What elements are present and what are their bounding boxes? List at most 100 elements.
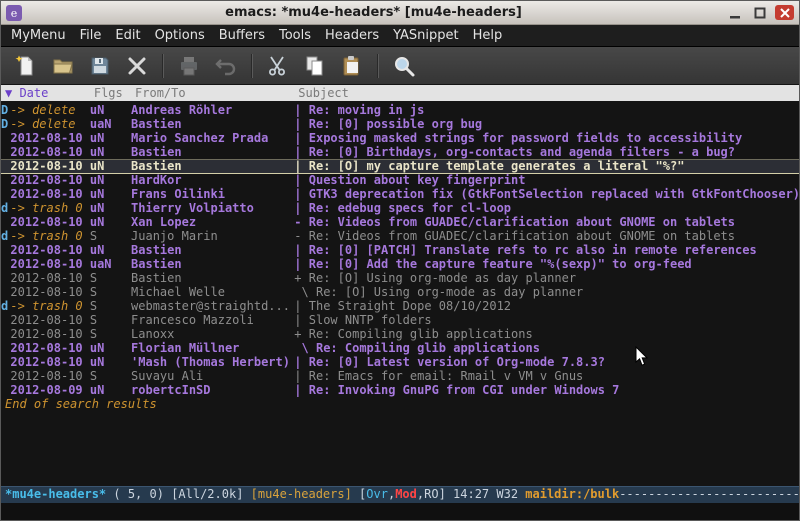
table-row[interactable]: 2012-08-10uNFlorian Müllner \ Re: Compil… bbox=[1, 341, 799, 355]
save-button[interactable] bbox=[87, 53, 113, 79]
from-cell: Bastien bbox=[131, 159, 294, 173]
mark-cell bbox=[1, 187, 10, 201]
from-cell: Thierry Volpiatto bbox=[131, 201, 294, 215]
date-cell: 2012-08-10 bbox=[10, 145, 89, 159]
search-button[interactable] bbox=[391, 53, 417, 79]
close-button[interactable] bbox=[775, 5, 794, 20]
date-cell: 2012-08-10 bbox=[10, 271, 89, 285]
mode-line[interactable]: *mu4e-headers* ( 5, 0) [All/2.0k] [mu4e-… bbox=[1, 486, 799, 503]
subject-cell: \ Re: Compiling glib applications bbox=[294, 341, 799, 355]
menu-item-yasnippet[interactable]: YASnippet bbox=[386, 28, 466, 43]
echo-area[interactable] bbox=[1, 503, 799, 520]
table-row[interactable]: D-> deleteuaNBastien| Re: [0] possible o… bbox=[1, 117, 799, 131]
new-file-button[interactable] bbox=[13, 53, 39, 79]
flags-cell: uaN bbox=[90, 257, 131, 271]
flags-cell: S bbox=[90, 327, 131, 341]
table-row[interactable]: 2012-08-10uNBastien| Re: [O] my capture … bbox=[1, 159, 799, 173]
table-row[interactable]: d-> trash 0Swebmaster@straightd...| The … bbox=[1, 299, 799, 313]
modeline-segment: *mu4e-headers* bbox=[5, 487, 106, 501]
undo-icon bbox=[214, 54, 238, 78]
table-row[interactable]: 2012-08-10uNBastien| Re: [0] Birthdays, … bbox=[1, 145, 799, 159]
flags-cell: S bbox=[90, 369, 131, 383]
table-row[interactable]: d-> trash 0uNThierry Volpiatto| Re: edeb… bbox=[1, 201, 799, 215]
close-icon bbox=[779, 7, 791, 19]
from-cell: Lanoxx bbox=[131, 327, 294, 341]
date-cell: 2012-08-10 bbox=[10, 257, 89, 271]
subject-cell: | Re: moving in js bbox=[294, 103, 799, 117]
menu-item-buffers[interactable]: Buffers bbox=[212, 28, 272, 43]
modeline-segment: RO bbox=[424, 487, 438, 501]
flags-cell: uaN bbox=[90, 117, 131, 131]
modeline-segment: [mu4e-headers] bbox=[251, 487, 352, 501]
paste-icon bbox=[340, 54, 364, 78]
minimize-button[interactable] bbox=[725, 5, 744, 20]
undo-button bbox=[213, 53, 239, 79]
mark-cell bbox=[1, 313, 10, 327]
table-row[interactable]: 2012-08-10uNBastien| Re: [0] [PATCH] Tra… bbox=[1, 243, 799, 257]
table-row[interactable]: 2012-08-10uNXan Lopez- Re: Videos from G… bbox=[1, 215, 799, 229]
from-cell: 'Mash (Thomas Herbert) bbox=[131, 355, 294, 369]
menu-item-tools[interactable]: Tools bbox=[272, 28, 318, 43]
table-row[interactable]: 2012-08-10uN'Mash (Thomas Herbert)| Re: … bbox=[1, 355, 799, 369]
table-row[interactable]: 2012-08-10uNFrans Oilinki| GTK3 deprecat… bbox=[1, 187, 799, 201]
titlebar[interactable]: e emacs: *mu4e-headers* [mu4e-headers] bbox=[1, 1, 799, 25]
toolbar-separator bbox=[162, 54, 164, 78]
subject-cell: | Re: Invoking GnuPG from CGI under Wind… bbox=[294, 383, 799, 397]
subject-cell: | Re: [O] my capture template generates … bbox=[294, 159, 799, 173]
from-cell: webmaster@straightd... bbox=[131, 299, 294, 313]
subject-cell: + Re: Compiling glib applications bbox=[294, 327, 799, 341]
table-row[interactable]: 2012-08-10SSuvayu Ali| Re: Emacs for ema… bbox=[1, 369, 799, 383]
toolbar bbox=[1, 47, 799, 85]
menu-item-help[interactable]: Help bbox=[466, 28, 510, 43]
open-folder-icon bbox=[51, 54, 75, 78]
subject-cell: | Slow NNTP folders bbox=[294, 313, 799, 327]
from-cell: Bastien bbox=[131, 243, 294, 257]
header-flags[interactable]: Flgs bbox=[94, 86, 135, 100]
headers-buffer[interactable]: D-> deleteuNAndreas Röhler| Re: moving i… bbox=[1, 101, 799, 486]
table-row[interactable]: 2012-08-09uNrobertcInSD| Re: Invoking Gn… bbox=[1, 383, 799, 397]
menu-item-options[interactable]: Options bbox=[148, 28, 212, 43]
subject-cell: | Re: edebug specs for cl-loop bbox=[294, 201, 799, 215]
emacs-window: e emacs: *mu4e-headers* [mu4e-headers] M… bbox=[0, 0, 800, 521]
table-row[interactable]: D-> deleteuNAndreas Röhler| Re: moving i… bbox=[1, 103, 799, 117]
menu-item-headers[interactable]: Headers bbox=[318, 28, 386, 43]
header-date[interactable]: ▼ Date bbox=[5, 86, 94, 100]
table-row[interactable]: 2012-08-10uNMario Sanchez Prada| Exposin… bbox=[1, 131, 799, 145]
table-row[interactable]: 2012-08-10SFrancesco Mazzoli| Slow NNTP … bbox=[1, 313, 799, 327]
from-cell: Juanjo Marin bbox=[131, 229, 294, 243]
mark-cell bbox=[1, 271, 10, 285]
menu-item-mymenu[interactable]: MyMenu bbox=[4, 28, 73, 43]
close-buffer-button[interactable] bbox=[124, 53, 150, 79]
paste-button[interactable] bbox=[339, 53, 365, 79]
print-button bbox=[176, 53, 202, 79]
header-from[interactable]: From/To bbox=[135, 86, 298, 100]
table-row[interactable]: 2012-08-10uNHardKor| Question about key … bbox=[1, 173, 799, 187]
flags-cell: uN bbox=[90, 201, 131, 215]
open-folder-button[interactable] bbox=[50, 53, 76, 79]
window-controls bbox=[725, 5, 794, 20]
date-cell: -> trash 0 bbox=[10, 229, 89, 243]
cut-button[interactable] bbox=[265, 53, 291, 79]
table-row[interactable]: 2012-08-10SMichael Welle \ Re: [O] Using… bbox=[1, 285, 799, 299]
from-cell: Andreas Röhler bbox=[131, 103, 294, 117]
table-row[interactable]: 2012-08-10SBastien+ Re: [O] Using org-mo… bbox=[1, 271, 799, 285]
mark-cell bbox=[1, 369, 10, 383]
mark-cell bbox=[1, 355, 10, 369]
table-row[interactable]: 2012-08-10SLanoxx+ Re: Compiling glib ap… bbox=[1, 327, 799, 341]
from-cell: Francesco Mazzoli bbox=[131, 313, 294, 327]
modeline-segment: maildir:/bulk bbox=[525, 487, 619, 501]
flags-cell: S bbox=[90, 229, 131, 243]
mark-cell: d bbox=[1, 229, 10, 243]
menu-item-edit[interactable]: Edit bbox=[108, 28, 147, 43]
maximize-button[interactable] bbox=[750, 5, 769, 20]
copy-button[interactable] bbox=[302, 53, 328, 79]
mark-cell bbox=[1, 145, 10, 159]
table-row[interactable]: d-> trash 0SJuanjo Marin- Re: Videos fro… bbox=[1, 229, 799, 243]
date-cell: 2012-08-10 bbox=[10, 369, 89, 383]
header-subject[interactable]: Subject bbox=[298, 86, 799, 100]
date-cell: -> delete bbox=[10, 117, 89, 131]
from-cell: Bastien bbox=[131, 271, 294, 285]
menu-item-file[interactable]: File bbox=[73, 28, 109, 43]
flags-cell: uN bbox=[90, 355, 131, 369]
table-row[interactable]: 2012-08-10uaNBastien| Re: [0] Add the ca… bbox=[1, 257, 799, 271]
